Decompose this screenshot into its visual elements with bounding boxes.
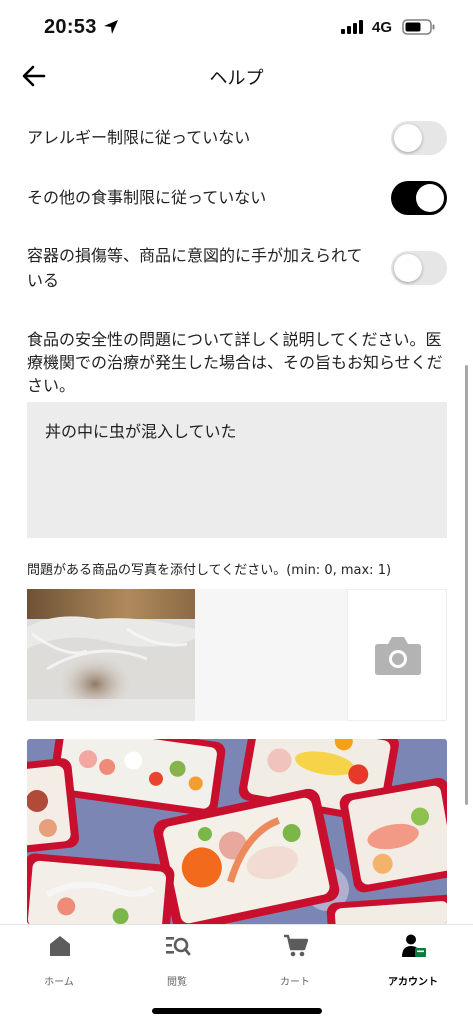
- add-photo-button[interactable]: [347, 589, 447, 721]
- dietary-restriction-toggle[interactable]: [391, 181, 447, 215]
- tab-account[interactable]: アカウント: [354, 933, 472, 993]
- tab-home[interactable]: ホーム: [0, 933, 118, 993]
- toggle-row-tampered: 容器の損傷等、商品に意図的に手が加えられている: [27, 243, 447, 293]
- camera-icon: [375, 637, 421, 675]
- home-icon: [50, 936, 70, 956]
- toggle-label-tampered: 容器の損傷等、商品に意図的に手が加えられている: [27, 246, 363, 290]
- photo-instruction: 問題がある商品の写真を添付してください。(min: 0, max: 1): [27, 563, 392, 578]
- account-icon: [402, 934, 426, 957]
- page-title: ヘルプ: [209, 68, 264, 89]
- toggle-row-allergy: アレルギー制限に従っていない: [27, 121, 447, 155]
- toggle-label-allergy: アレルギー制限に従っていない: [27, 128, 251, 147]
- allergy-toggle[interactable]: [391, 121, 447, 155]
- toggle-row-dietary: その他の食事制限に従っていない: [27, 181, 447, 215]
- cart-icon: [284, 934, 309, 957]
- location-arrow-icon: [104, 20, 118, 34]
- browse-icon: [166, 937, 191, 956]
- status-bar: 20:53 4G: [0, 0, 473, 56]
- attached-photo-thumbnail[interactable]: [27, 589, 195, 721]
- status-time: 20:53: [44, 16, 97, 38]
- tab-label-account: アカウント: [388, 977, 438, 988]
- tab-browse[interactable]: 閲覧: [118, 933, 236, 993]
- photo-attachments: [27, 589, 447, 721]
- description-text: 食品の安全性の問題について詳しく説明してください。医療機関での治療が発生した場合…: [27, 330, 443, 395]
- toggle-label-dietary: その他の食事制限に従っていない: [27, 188, 267, 207]
- tampered-container-toggle[interactable]: [391, 251, 447, 285]
- nav-header: ヘルプ: [0, 56, 473, 96]
- issue-description-input[interactable]: 丼の中に虫が混入していた: [27, 402, 447, 538]
- promo-banner-image[interactable]: [27, 739, 447, 924]
- tab-label-home: ホーム: [44, 977, 74, 988]
- tab-cart[interactable]: カート: [236, 933, 354, 993]
- network-type: 4G: [372, 19, 393, 36]
- tab-label-browse: 閲覧: [167, 977, 187, 988]
- scroll-indicator[interactable]: [465, 365, 468, 805]
- cellular-signal-icon: [341, 20, 363, 34]
- battery-icon: [402, 19, 435, 35]
- photo-slot-empty: [195, 589, 347, 721]
- home-indicator: [152, 1008, 322, 1014]
- tab-label-cart: カート: [280, 977, 310, 988]
